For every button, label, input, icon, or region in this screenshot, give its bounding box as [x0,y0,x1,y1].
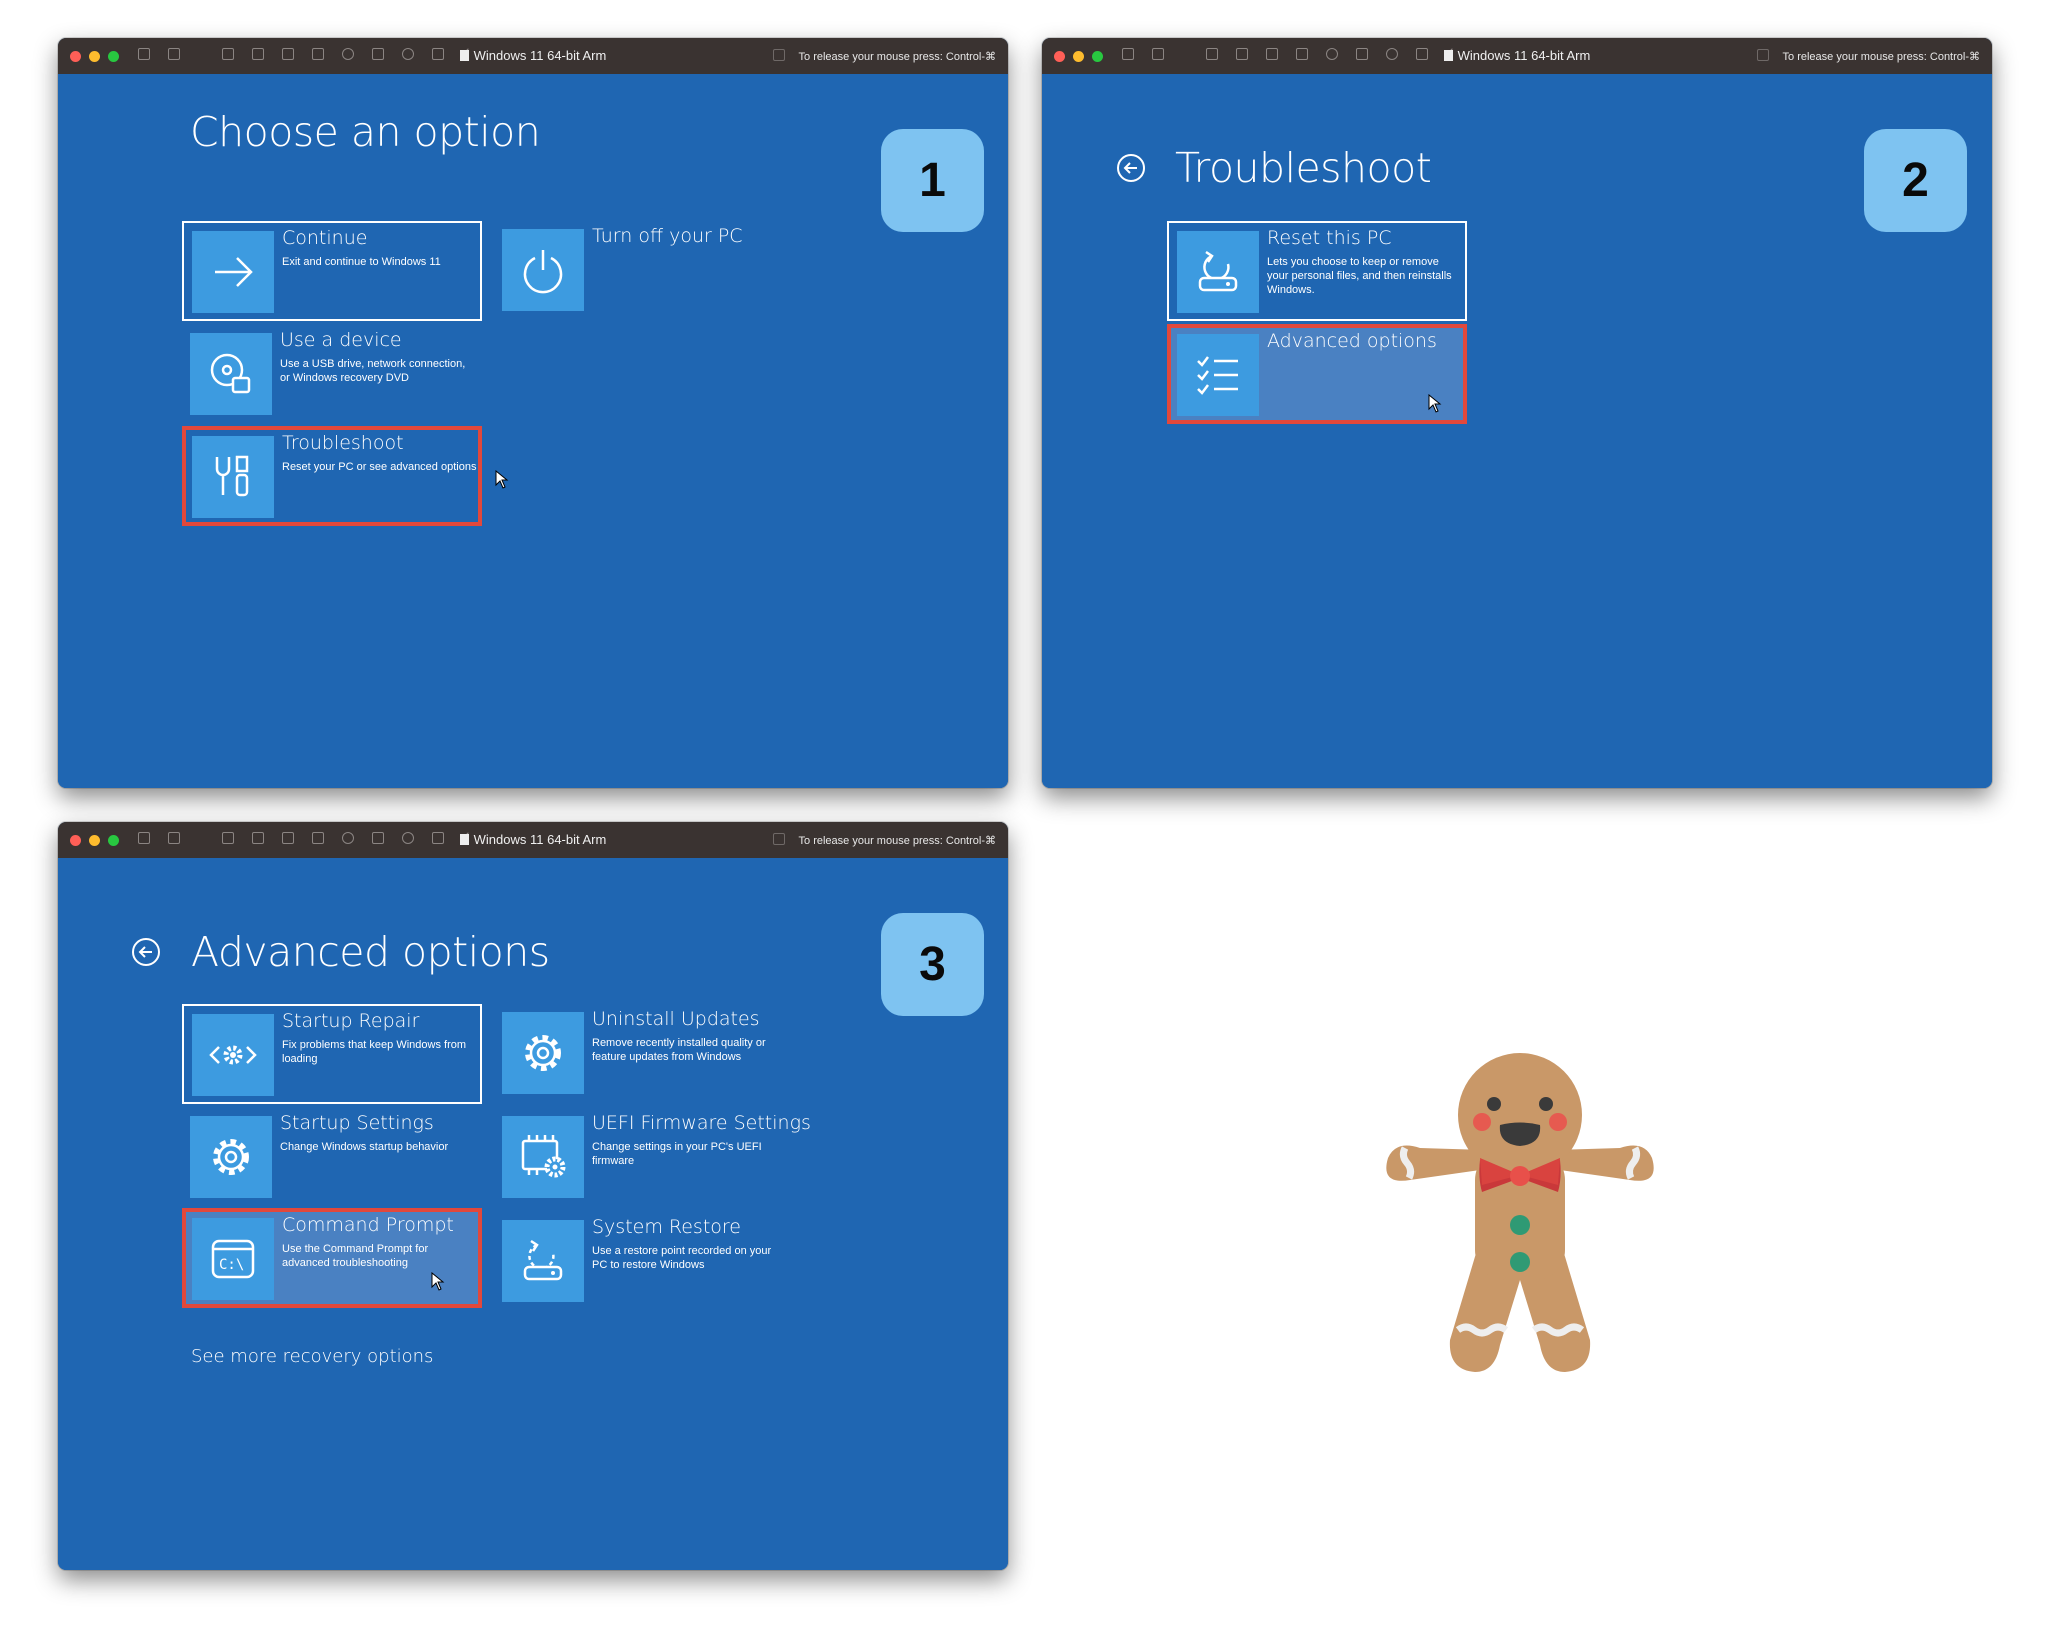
tile-title: Continue [282,227,368,249]
tile-description: Use the Command Prompt for advanced trou… [282,1243,429,1269]
startup-repair-tile[interactable]: Startup Repair Fix problems that keep Wi… [182,1004,482,1104]
tile-description: Lets you choose to keep or remove your p… [1267,256,1452,296]
release-mouse-hint: To release your mouse press: Control-⌘ [772,833,996,847]
tile-title: Use a device [280,329,402,351]
tile-description: Use a restore point recorded on your PC … [592,1245,772,1271]
tile-title: Command Prompt [282,1214,454,1236]
fullscreen-icon[interactable] [772,833,785,845]
step-badge: 1 [881,129,984,232]
tile-description: Reset your PC or see advanced options [282,461,477,473]
tile-title: Advanced options [1267,330,1437,352]
power-icon [502,229,584,311]
uninstall-updates-tile[interactable]: Uninstall Updates Remove recently instal… [494,1004,794,1104]
document-icon [459,834,469,845]
vm-window-2: Windows 11 64-bit Arm To release your mo… [1042,38,1992,788]
tools-icon [192,436,274,518]
system-restore-tile[interactable]: System Restore Use a restore point recor… [494,1212,794,1312]
release-mouse-hint: To release your mouse press: Control-⌘ [772,49,996,63]
mouse-cursor-icon [431,1272,445,1291]
tile-description: Exit and continue to Windows 11 [282,256,441,268]
document-icon [1443,50,1453,61]
reset-this-pc-tile[interactable]: Reset this PC Lets you choose to keep or… [1167,221,1467,321]
release-mouse-hint: To release your mouse press: Control-⌘ [1756,49,1980,63]
tile-title: Startup Settings [280,1112,434,1134]
gingerbread-man-icon [1386,1053,1654,1372]
tile-description: Fix problems that keep Windows from load… [282,1039,467,1065]
mouse-cursor-icon [1428,394,1442,413]
recovery-screen: Troubleshoot 2 Reset this PC Lets you ch… [1042,74,1992,788]
startup-settings-tile[interactable]: Startup Settings Change Windows startup … [182,1108,482,1208]
system-restore-icon [502,1220,584,1302]
svg-text:C:\: C:\ [219,1257,244,1273]
turn-off-pc-tile[interactable]: Turn off your PC [494,221,794,321]
tile-description: Remove recently installed quality or fea… [592,1037,766,1063]
recovery-screen: Advanced options 3 Startup Repair Fix pr… [58,858,1008,1570]
page-title: Choose an option [190,108,541,156]
arrow-right-icon [192,231,274,313]
tile-description: Change settings in your PC's UEFI firmwa… [592,1141,762,1167]
step-badge: 3 [881,913,984,1016]
step-badge: 2 [1864,129,1967,232]
tile-title: System Restore [592,1216,741,1238]
fullscreen-icon[interactable] [1756,49,1769,61]
tile-description: Change Windows startup behavior [280,1141,449,1153]
command-prompt-tile[interactable]: C:\ Command Prompt Use the Command Promp… [182,1208,482,1308]
gear-icon [502,1012,584,1094]
uefi-firmware-settings-tile[interactable]: UEFI Firmware Settings Change settings i… [494,1108,811,1208]
recovery-screen: Choose an option 1 Continue Exit and con… [58,74,1008,788]
tile-title: Reset this PC [1267,227,1392,249]
device-disc-icon [190,333,272,415]
window-titlebar[interactable]: Windows 11 64-bit Arm To release your mo… [1042,38,1992,74]
tile-title: Startup Repair [282,1010,420,1032]
gear-icon [190,1116,272,1198]
vm-window-1: Windows 11 64-bit Arm To release your mo… [58,38,1008,788]
back-arrow-icon[interactable] [132,938,160,966]
page-title: Advanced options [191,928,550,976]
continue-tile[interactable]: Continue Exit and continue to Windows 11 [182,221,482,321]
window-titlebar[interactable]: Windows 11 64-bit Arm To release your mo… [58,38,1008,74]
vm-window-3: Windows 11 64-bit Arm To release your mo… [58,822,1008,1570]
command-prompt-icon: C:\ [192,1218,274,1300]
checklist-icon [1177,334,1259,416]
use-a-device-tile[interactable]: Use a device Use a USB drive, network co… [182,325,482,425]
tile-title: UEFI Firmware Settings [592,1112,811,1134]
advanced-options-tile[interactable]: Advanced options [1167,324,1467,424]
mouse-cursor-icon [495,470,509,489]
troubleshoot-tile[interactable]: Troubleshoot Reset your PC or see advanc… [182,426,482,526]
tile-title: Troubleshoot [282,432,404,454]
see-more-recovery-options-link[interactable]: See more recovery options [191,1346,433,1367]
tile-title: Turn off your PC [592,225,743,247]
window-titlebar[interactable]: Windows 11 64-bit Arm To release your mo… [58,822,1008,858]
fullscreen-icon[interactable] [772,49,785,61]
page-title: Troubleshoot [1175,144,1432,192]
back-arrow-icon[interactable] [1117,154,1145,182]
chip-gear-icon [502,1116,584,1198]
reset-pc-icon [1177,231,1259,313]
startup-repair-icon [192,1014,274,1096]
tile-description: Use a USB drive, network connection, or … [280,358,466,384]
tile-title: Uninstall Updates [592,1008,760,1030]
document-icon [459,50,469,61]
